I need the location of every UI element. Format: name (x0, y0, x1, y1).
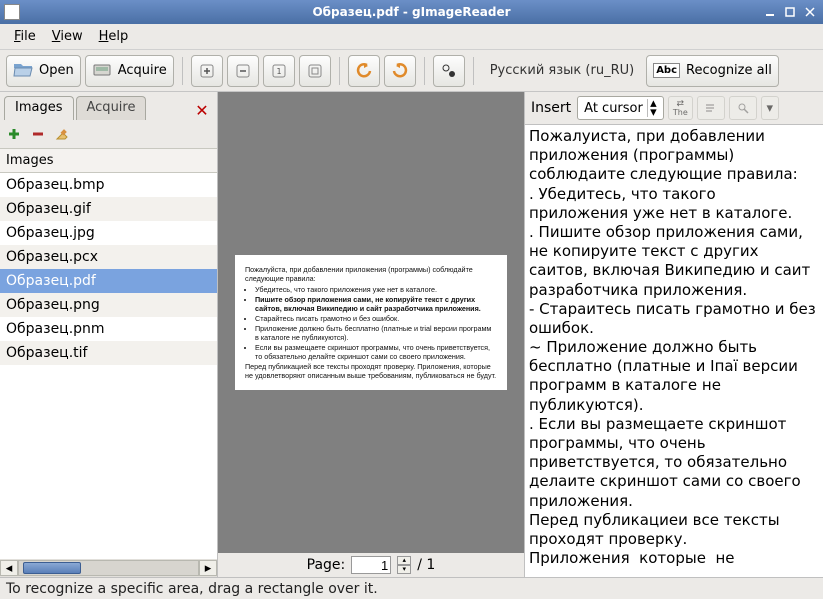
page-preview: Пожалуйста, при добавлении приложения (п… (235, 255, 507, 390)
output-pane: Insert At cursor ▴▾ ⇄The ▾ Пожалуиста, п… (525, 92, 823, 577)
tab-acquire[interactable]: Acquire (76, 96, 147, 120)
scroll-left-arrow[interactable]: ◂ (0, 560, 18, 576)
language-indicator[interactable]: Русский язык (ru_RU) (482, 55, 642, 87)
left-tabs: Images Acquire ✕ (0, 92, 217, 120)
window-title: Образец.pdf - gImageReader (0, 5, 823, 19)
doc-outro: Перед публикацией все тексты проходят пр… (245, 362, 497, 380)
maximize-button[interactable] (781, 4, 799, 20)
menubar: File View Help (0, 24, 823, 50)
rotate-right-button[interactable] (384, 55, 416, 87)
zoom-out-button[interactable] (227, 55, 259, 87)
tab-images[interactable]: Images (4, 96, 74, 120)
scroll-thumb[interactable] (23, 562, 81, 574)
clear-button[interactable] (54, 126, 70, 142)
menu-help[interactable]: Help (91, 27, 137, 46)
insert-mode-dropdown[interactable]: At cursor ▴▾ (577, 96, 664, 120)
zoom-in-button[interactable] (191, 55, 223, 87)
document-viewer[interactable]: Пожалуйста, при добавлении приложения (п… (218, 92, 524, 553)
doc-bullet: Пишите обзор приложения сами, не копируй… (255, 295, 497, 313)
svg-text:1: 1 (276, 67, 281, 76)
scroll-track[interactable] (18, 560, 199, 576)
scroll-right-arrow[interactable]: ▸ (199, 560, 217, 576)
minimize-button[interactable] (761, 4, 779, 20)
list-item[interactable]: Образец.jpg (0, 221, 217, 245)
document-viewer-pane: Пожалуйста, при добавлении приложения (п… (218, 92, 525, 577)
images-toolbar (0, 120, 217, 148)
open-button[interactable]: Open (6, 55, 81, 87)
add-button[interactable] (6, 126, 22, 142)
recognize-all-label: Recognize all (686, 63, 772, 78)
separator (473, 57, 474, 85)
separator (339, 57, 340, 85)
list-item[interactable]: Образец.tif (0, 341, 217, 365)
find-replace-button[interactable] (729, 96, 757, 120)
strip-crlf-button[interactable] (697, 96, 725, 120)
separator (182, 57, 183, 85)
doc-intro: Пожалуйста, при добавлении приложения (п… (245, 265, 497, 283)
list-item[interactable]: Образец.gif (0, 197, 217, 221)
menu-view[interactable]: View (44, 27, 91, 46)
recognize-all-button[interactable]: Abc Recognize all (646, 55, 779, 87)
insert-label: Insert (529, 100, 573, 116)
list-item[interactable]: Образец.pdf (0, 269, 217, 293)
content-area: Images Acquire ✕ Images Образец.bmpОбраз… (0, 92, 823, 577)
ocr-text-output[interactable]: Пожалуиста, при добавлении приложения (п… (525, 124, 823, 577)
doc-bullet: Приложение должно быть бесплатно (платны… (255, 324, 497, 342)
the-button[interactable]: ⇄The (668, 96, 693, 120)
list-item[interactable]: Образец.bmp (0, 173, 217, 197)
list-item[interactable]: Образец.png (0, 293, 217, 317)
page-input[interactable] (351, 556, 391, 574)
doc-bullet: Убедитесь, что такого приложения уже нет… (255, 285, 497, 294)
zoom-fit-button[interactable] (299, 55, 331, 87)
app-icon (4, 4, 20, 20)
doc-bullet: Старайтесь писать грамотно и без ошибок. (255, 314, 497, 323)
statusbar: To recognize a specific area, drag a rec… (0, 577, 823, 599)
zoom-reset-button[interactable]: 1 (263, 55, 295, 87)
main-toolbar: Open Acquire 1 Русский язык (ru_RU) Abc … (0, 50, 823, 92)
close-panel-button[interactable]: ✕ (191, 101, 213, 120)
rotate-left-button[interactable] (348, 55, 380, 87)
titlebar: Образец.pdf - gImageReader (0, 0, 823, 24)
list-item[interactable]: Образец.pcx (0, 245, 217, 269)
brightness-button[interactable] (433, 55, 465, 87)
scanner-icon (92, 61, 112, 81)
list-item[interactable]: Образец.pnm (0, 317, 217, 341)
output-menu-button[interactable]: ▾ (761, 96, 779, 120)
status-text: To recognize a specific area, drag a rec… (6, 581, 378, 597)
horizontal-scrollbar[interactable]: ◂ ▸ (0, 559, 217, 577)
acquire-label: Acquire (118, 63, 167, 78)
insert-mode-value: At cursor (584, 101, 643, 116)
open-label: Open (39, 63, 74, 78)
doc-bullet: Если вы размещаете скриншот программы, ч… (255, 343, 497, 361)
chevron-down-icon: ▾ (647, 108, 659, 117)
page-total: / 1 (417, 557, 435, 573)
output-toolbar: Insert At cursor ▴▾ ⇄The ▾ (525, 92, 823, 124)
page-spinner[interactable]: ▴▾ (397, 556, 411, 574)
page-navigation: Page: ▴▾ / 1 (218, 553, 524, 577)
remove-button[interactable] (30, 126, 46, 142)
folder-open-icon (13, 61, 33, 81)
acquire-button[interactable]: Acquire (85, 55, 174, 87)
left-panel: Images Acquire ✕ Images Образец.bmpОбраз… (0, 92, 218, 577)
menu-file[interactable]: File (6, 27, 44, 46)
separator (424, 57, 425, 85)
images-list: Образец.bmpОбразец.gifОбразец.jpgОбразец… (0, 173, 217, 559)
abc-icon: Abc (653, 63, 680, 78)
close-button[interactable] (801, 4, 819, 20)
page-label: Page: (307, 557, 346, 573)
images-list-header: Images (0, 148, 217, 173)
